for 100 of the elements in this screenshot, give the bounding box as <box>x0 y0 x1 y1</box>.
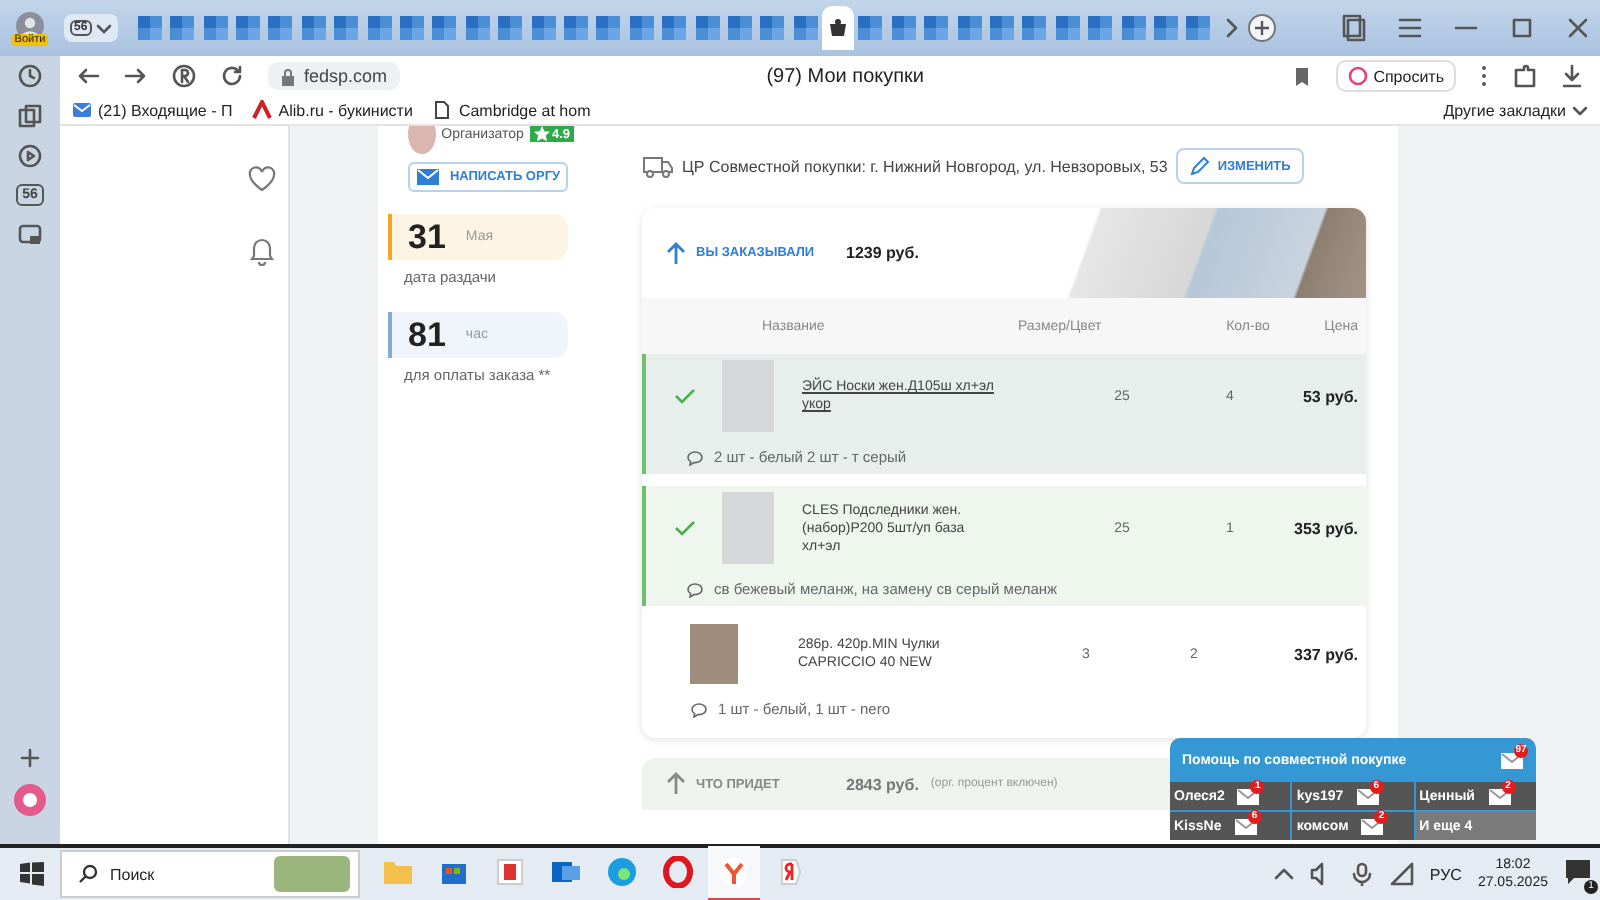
play-icon[interactable] <box>18 144 42 168</box>
bell-icon[interactable] <box>248 236 276 266</box>
download-icon[interactable] <box>1560 64 1584 88</box>
favicon-icon <box>793 16 818 40</box>
speech-bubble-icon <box>1564 858 1592 886</box>
comment-icon <box>690 701 708 717</box>
check-icon <box>673 518 695 538</box>
extensions-icon[interactable] <box>1512 64 1536 88</box>
avatar-photo-placeholder <box>408 126 436 154</box>
more-icon[interactable] <box>1480 64 1488 88</box>
product-photo-placeholder <box>722 492 774 564</box>
favicon-icon <box>400 16 424 40</box>
back-icon[interactable] <box>76 64 100 88</box>
lock-icon <box>280 67 296 85</box>
mail-icon <box>1487 787 1511 805</box>
address-bar[interactable]: fedsp.com <box>268 62 400 90</box>
mail-icon <box>1355 787 1380 805</box>
other-bookmarks[interactable]: Другие закладки <box>1443 101 1588 119</box>
maximize-icon[interactable] <box>1508 14 1536 42</box>
favicon-icon <box>1088 16 1113 40</box>
forward-icon[interactable] <box>124 64 148 88</box>
arrow-up-icon <box>666 772 686 796</box>
plus-icon[interactable] <box>20 748 40 768</box>
mail-icon <box>415 168 440 186</box>
favicon-icon <box>1121 16 1146 40</box>
mail-icon <box>1233 817 1258 835</box>
price-cell: 53 руб. <box>1302 387 1358 405</box>
mail-icon <box>1236 787 1261 805</box>
bookmark-link[interactable]: Alib.ru - букинисти <box>252 100 413 120</box>
assistant-icon[interactable] <box>14 784 46 816</box>
product-photo-placeholder <box>690 624 738 684</box>
yandex-browser-icon[interactable] <box>718 856 750 888</box>
page-icon <box>432 100 453 120</box>
avatar-icon[interactable] <box>16 11 44 39</box>
bookmark-icon[interactable] <box>1291 65 1312 87</box>
favicon-icon <box>662 16 687 40</box>
browser-tab[interactable] <box>821 6 855 50</box>
mail-icon <box>1500 751 1524 769</box>
favicon-icon <box>1153 16 1178 40</box>
microphone-icon[interactable] <box>1349 862 1374 886</box>
language-indicator[interactable]: РУС <box>1429 865 1462 883</box>
price-cell: 353 руб. <box>1294 519 1358 537</box>
favicon-icon <box>301 16 326 40</box>
favicon-icon <box>727 16 752 40</box>
favicon-icon <box>531 16 556 40</box>
favicon-icon <box>891 16 916 40</box>
favicon-icon <box>957 16 982 40</box>
landscape-picture-placeholder <box>274 856 350 892</box>
truck-icon <box>642 154 674 178</box>
favicon-icon <box>236 16 261 40</box>
bookmark-link[interactable]: (21) Входящие - П <box>72 100 233 120</box>
caret-icon <box>95 21 112 35</box>
menu-icon[interactable] <box>1396 14 1424 42</box>
favicon-icon <box>858 16 883 40</box>
favicon-icon <box>203 16 228 40</box>
deadline-number: 81 <box>408 315 446 355</box>
heart-icon[interactable] <box>248 166 276 192</box>
favicon-icon <box>1022 16 1047 40</box>
favicon-icon <box>760 16 785 40</box>
favicon-icon <box>1055 16 1080 40</box>
mail-app-icon[interactable] <box>550 856 582 888</box>
copy-icon[interactable] <box>18 104 42 128</box>
favicon-icon <box>629 16 654 40</box>
collections-icon[interactable] <box>1340 14 1368 42</box>
chevron-right-icon[interactable] <box>1223 18 1240 38</box>
screen-icon[interactable] <box>18 222 42 246</box>
windows-start-icon[interactable] <box>20 862 44 886</box>
network-icon[interactable] <box>1389 862 1414 886</box>
caret-icon <box>1572 103 1588 117</box>
opera-icon[interactable] <box>662 856 694 888</box>
comment-icon <box>686 449 704 465</box>
bookmark-link[interactable]: Cambridge at hom <box>432 100 591 120</box>
favicon-icon <box>695 16 720 40</box>
favicon-icon <box>563 16 588 40</box>
favicon-icon <box>1186 16 1211 40</box>
favicon-icon <box>170 16 195 40</box>
close-icon[interactable] <box>1564 14 1592 42</box>
reload-icon[interactable] <box>220 64 244 88</box>
url-text: fedsp.com <box>304 66 388 86</box>
chevron-up-icon[interactable] <box>1273 866 1294 882</box>
plus-icon[interactable] <box>1247 14 1276 42</box>
mail-icon <box>1360 817 1385 835</box>
favicon-icon <box>432 16 457 40</box>
page-title: (97) Мои покупки <box>764 65 926 87</box>
favicon-icon <box>826 16 851 40</box>
comment-icon <box>686 581 704 597</box>
favicon-icon <box>596 16 621 40</box>
deadline-number: 31 <box>408 217 446 257</box>
book-icon <box>252 100 273 120</box>
gift-icon[interactable] <box>494 856 526 888</box>
delivery-address: ЦР Совместной покупки: г. Нижний Новгород, ул. Невзоровых, 53 <box>682 157 1168 175</box>
arriving-total: 2843 руб. <box>846 775 919 793</box>
taskbar-search-field[interactable]: Поиск <box>60 850 360 898</box>
ordered-total: 1239 руб. <box>846 244 919 262</box>
favicon-icon <box>465 16 490 40</box>
favicon-icon <box>137 16 162 40</box>
browser-icon[interactable] <box>606 856 638 888</box>
history-icon[interactable] <box>18 64 42 88</box>
ask-button[interactable]: Спросить <box>1335 60 1456 92</box>
favicon-icon <box>924 16 949 40</box>
